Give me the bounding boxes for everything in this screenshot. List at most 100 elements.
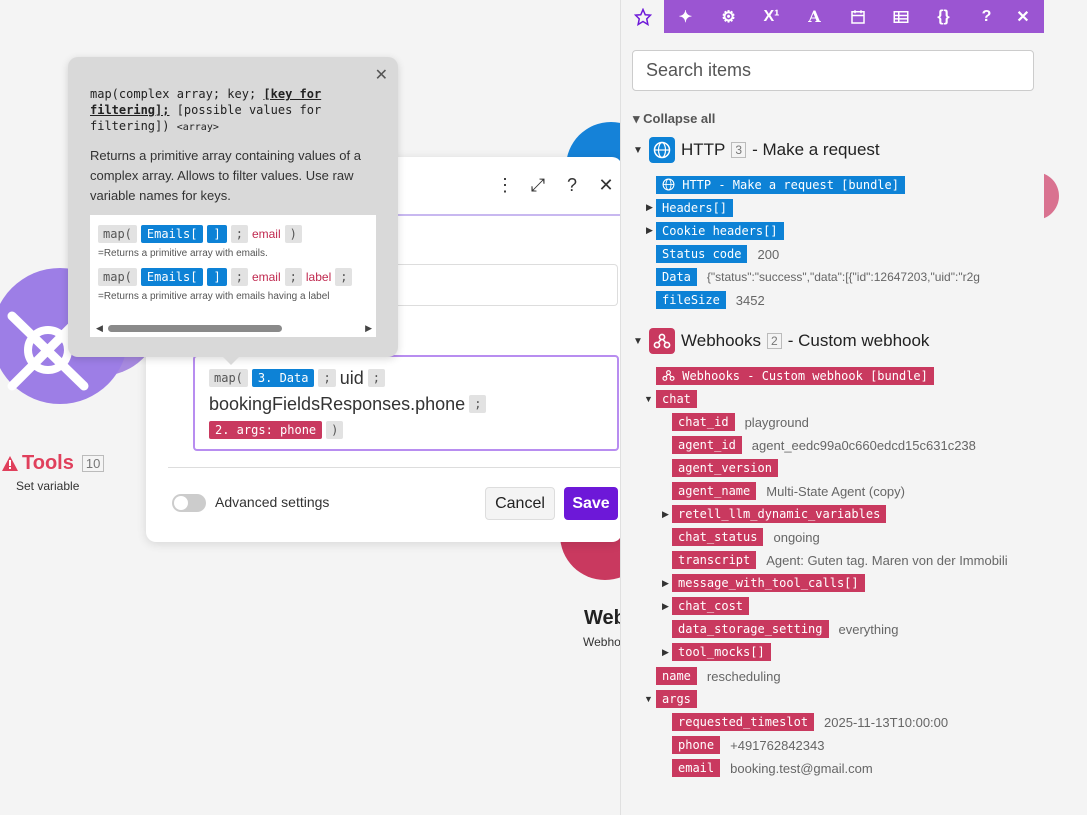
- scrollbar-thumb[interactable]: [108, 325, 282, 332]
- chevron-right-icon[interactable]: ▶: [646, 225, 653, 236]
- name-row[interactable]: name rescheduling: [656, 666, 781, 686]
- http-data-row[interactable]: Data {"status":"success","data":[{"id":1…: [656, 267, 1036, 287]
- tool-mocks-row[interactable]: tool_mocks[]: [672, 642, 771, 662]
- separator-token[interactable]: ;: [367, 369, 385, 387]
- transcript-tag[interactable]: transcript: [672, 551, 757, 569]
- agent-name-tag[interactable]: agent_name: [672, 482, 757, 500]
- variable-value-editor[interactable]: map( 3. Data ; uid ; bookingFieldsRespon…: [193, 355, 619, 451]
- transcript-row[interactable]: transcript Agent: Guten tag. Maren von d…: [672, 550, 1034, 570]
- chat-id-tag[interactable]: chat_id: [672, 413, 735, 431]
- chevron-down-icon[interactable]: ▼: [633, 336, 643, 347]
- tab-text[interactable]: A: [793, 0, 836, 33]
- tab-star[interactable]: [621, 0, 664, 33]
- retell-vars-tag[interactable]: retell_llm_dynamic_variables: [672, 505, 887, 523]
- chat-tag[interactable]: chat: [656, 390, 697, 408]
- chevron-right-icon[interactable]: ▶: [662, 578, 669, 589]
- example-token: ): [284, 225, 302, 243]
- agent-name-row[interactable]: agent_name Multi-State Agent (copy): [672, 481, 905, 501]
- http-bundle-row[interactable]: HTTP - Make a request [bundle]: [656, 175, 905, 195]
- cancel-button[interactable]: Cancel: [485, 487, 555, 520]
- map-function-token[interactable]: map(: [209, 369, 248, 387]
- webhook-icon: [662, 370, 675, 381]
- requested-timeslot-row[interactable]: requested_timeslot 2025-11-13T10:00:00: [672, 712, 948, 732]
- webhooks-section-header[interactable]: ▼ Webhooks 2 - Custom webhook: [633, 328, 929, 354]
- close-icon[interactable]: ✕: [375, 65, 388, 85]
- phone-tag[interactable]: phone: [672, 736, 721, 754]
- args-phone-pill[interactable]: 2. args: phone: [209, 421, 323, 439]
- chat-status-tag[interactable]: chat_status: [672, 528, 764, 546]
- chevron-right-icon[interactable]: ▶: [646, 202, 653, 213]
- chevron-right-icon[interactable]: ▶: [662, 601, 669, 612]
- http-data-tag[interactable]: Data: [656, 268, 697, 286]
- more-options-icon[interactable]: ⋮: [496, 175, 514, 196]
- data-storage-row[interactable]: data_storage_setting everything: [672, 619, 898, 639]
- tab-close[interactable]: ✕: [1008, 0, 1038, 33]
- requested-timeslot-tag[interactable]: requested_timeslot: [672, 713, 815, 731]
- agent-version-row[interactable]: agent_version: [672, 458, 778, 478]
- chat-status-value: ongoing: [773, 529, 820, 545]
- data-variable-pill[interactable]: 3. Data: [251, 369, 315, 387]
- tab-date[interactable]: [836, 0, 879, 33]
- chat-row[interactable]: chat: [656, 389, 697, 409]
- scroll-right-icon[interactable]: ▶: [365, 323, 372, 334]
- http-headers-tag[interactable]: Headers[]: [656, 199, 734, 217]
- chevron-right-icon[interactable]: ▶: [662, 509, 669, 520]
- advanced-settings-toggle[interactable]: [172, 494, 206, 512]
- separator-token[interactable]: ;: [318, 369, 336, 387]
- collapse-all-button[interactable]: ▾ Collapse all: [633, 111, 715, 127]
- email-value: booking.test@gmail.com: [730, 760, 873, 776]
- tab-gear[interactable]: ⚙: [707, 0, 750, 33]
- chat-cost-row[interactable]: chat_cost: [672, 596, 750, 616]
- expand-icon[interactable]: ⤢: [530, 175, 546, 196]
- phone-row[interactable]: phone +491762842343: [672, 735, 824, 755]
- http-cookie-headers-row[interactable]: Cookie headers[]: [656, 221, 784, 241]
- search-input[interactable]: [632, 50, 1034, 91]
- tab-math[interactable]: X¹: [750, 0, 793, 33]
- message-tool-calls-tag[interactable]: message_with_tool_calls[]: [672, 574, 865, 592]
- data-storage-tag[interactable]: data_storage_setting: [672, 620, 829, 638]
- filter-key-text[interactable]: bookingFieldsResponses.phone: [209, 394, 465, 415]
- http-cookie-headers-tag[interactable]: Cookie headers[]: [656, 222, 784, 240]
- http-bundle-tag[interactable]: HTTP - Make a request [bundle]: [656, 176, 905, 194]
- args-row[interactable]: args: [656, 689, 697, 709]
- chat-id-row[interactable]: chat_id playground: [672, 412, 809, 432]
- tab-sparkle[interactable]: ✦: [664, 0, 707, 33]
- close-paren-token[interactable]: ): [326, 421, 344, 439]
- message-tool-calls-row[interactable]: message_with_tool_calls[]: [672, 573, 865, 593]
- http-status-row[interactable]: Status code 200: [656, 244, 779, 264]
- chevron-down-icon[interactable]: ▼: [644, 394, 653, 404]
- http-filesize-tag[interactable]: fileSize: [656, 291, 726, 309]
- agent-id-tag[interactable]: agent_id: [672, 436, 742, 454]
- scroll-left-icon[interactable]: ◀: [96, 323, 103, 334]
- http-section-header[interactable]: ▼ HTTP 3 - Make a request: [633, 137, 880, 163]
- agent-version-tag[interactable]: agent_version: [672, 459, 778, 477]
- email-tag[interactable]: email: [672, 759, 721, 777]
- separator-token[interactable]: ;: [469, 395, 487, 413]
- name-tag[interactable]: name: [656, 667, 697, 685]
- webhooks-bundle-row[interactable]: Webhooks - Custom webhook [bundle]: [656, 366, 934, 386]
- chevron-down-icon[interactable]: ▼: [633, 145, 643, 156]
- chevron-right-icon[interactable]: ▶: [662, 647, 669, 658]
- example-token: email: [251, 270, 281, 284]
- key-text[interactable]: uid: [340, 368, 364, 389]
- http-headers-row[interactable]: Headers[]: [656, 198, 734, 218]
- tab-json[interactable]: {}: [922, 0, 965, 33]
- retell-vars-row[interactable]: retell_llm_dynamic_variables: [672, 504, 887, 524]
- tab-array[interactable]: [879, 0, 922, 33]
- agent-id-row[interactable]: agent_id agent_eedc99a0c660edcd15c631c23…: [672, 435, 976, 455]
- email-row[interactable]: email booking.test@gmail.com: [672, 758, 873, 778]
- chat-cost-tag[interactable]: chat_cost: [672, 597, 750, 615]
- chevron-down-icon[interactable]: ▼: [644, 694, 653, 704]
- chat-status-row[interactable]: chat_status ongoing: [672, 527, 820, 547]
- webhooks-bundle-tag[interactable]: Webhooks - Custom webhook [bundle]: [656, 367, 934, 385]
- variable-name-field[interactable]: [374, 264, 618, 306]
- tool-mocks-tag[interactable]: tool_mocks[]: [672, 643, 771, 661]
- save-button[interactable]: Save: [564, 487, 618, 520]
- close-icon[interactable]: ✕: [598, 175, 614, 196]
- args-tag[interactable]: args: [656, 690, 697, 708]
- http-filesize-row[interactable]: fileSize 3452: [656, 290, 765, 310]
- tab-help[interactable]: ?: [965, 0, 1008, 33]
- help-icon[interactable]: ?: [564, 175, 580, 196]
- http-status-tag[interactable]: Status code: [656, 245, 748, 263]
- examples-scrollbar[interactable]: ◀ ▶: [94, 323, 372, 333]
